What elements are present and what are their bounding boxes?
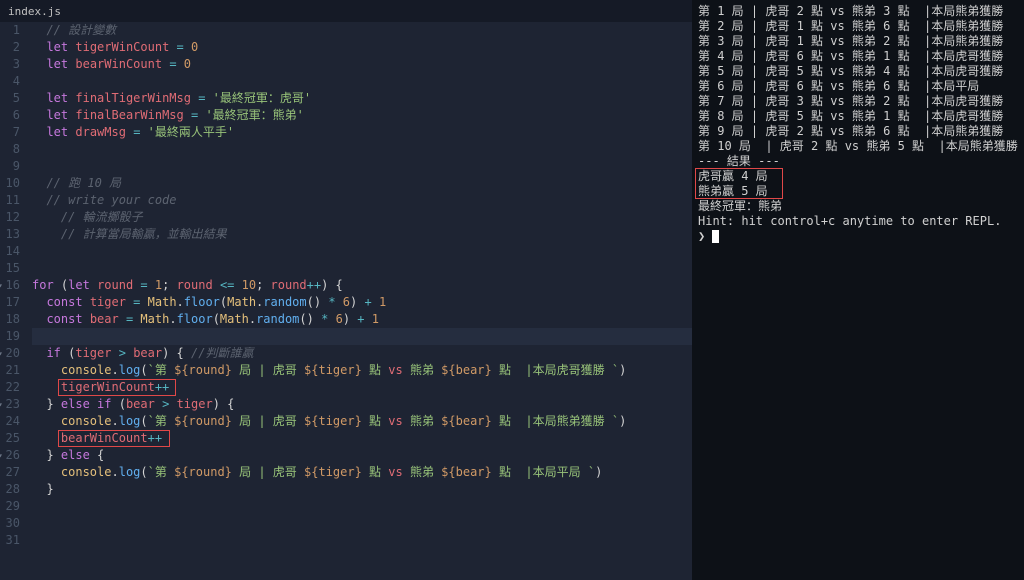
code-line[interactable]: const tiger = Math.floor(Math.random() *…: [32, 294, 692, 311]
code-line[interactable]: // write your code: [32, 192, 692, 209]
code-line[interactable]: if (tiger > bear) { //判斷誰贏: [32, 345, 692, 362]
code-line[interactable]: [32, 532, 692, 549]
code-content[interactable]: // 設計變數 let tigerWinCount = 0 let bearWi…: [28, 22, 692, 580]
tab-filename[interactable]: index.js: [8, 5, 61, 18]
code-area[interactable]: 12345678910111213141516▾17181920▾212223▾…: [0, 22, 692, 580]
code-line[interactable]: let drawMsg = '最終兩人平手': [32, 124, 692, 141]
line-number: 31: [0, 532, 20, 549]
code-line[interactable]: let finalBearWinMsg = '最終冠軍：熊弟': [32, 107, 692, 124]
highlight-box-bearwincount: [58, 430, 170, 447]
code-line[interactable]: [32, 243, 692, 260]
line-number-gutter: 12345678910111213141516▾17181920▾212223▾…: [0, 22, 28, 580]
code-line[interactable]: [32, 141, 692, 158]
code-line[interactable]: [32, 515, 692, 532]
line-number: 4: [0, 73, 20, 90]
code-line[interactable]: [32, 328, 692, 345]
terminal-round-line: 第 2 局 | 虎哥 1 點 vs 熊弟 6 點 |本局熊弟獲勝: [698, 19, 1018, 34]
code-line[interactable]: // 輪流擲骰子: [32, 209, 692, 226]
tab-bar: index.js: [0, 0, 692, 22]
code-line[interactable]: let bearWinCount = 0: [32, 56, 692, 73]
editor-pane: index.js 12345678910111213141516▾1718192…: [0, 0, 692, 580]
terminal-round-line: 第 8 局 | 虎哥 5 點 vs 熊弟 1 點 |本局虎哥獲勝: [698, 109, 1018, 124]
line-number: 17: [0, 294, 20, 311]
line-number: 9: [0, 158, 20, 175]
line-number: 8: [0, 141, 20, 158]
line-number: 21: [0, 362, 20, 379]
highlight-box-summary: [695, 168, 783, 199]
line-number: 26▾: [0, 447, 20, 464]
line-number: 10: [0, 175, 20, 192]
terminal-cursor: [712, 230, 719, 243]
terminal-round-line: 第 1 局 | 虎哥 2 點 vs 熊弟 3 點 |本局熊弟獲勝: [698, 4, 1018, 19]
code-line[interactable]: } else {: [32, 447, 692, 464]
terminal-round-line: 第 4 局 | 虎哥 6 點 vs 熊弟 1 點 |本局虎哥獲勝: [698, 49, 1018, 64]
terminal-round-line: 第 9 局 | 虎哥 2 點 vs 熊弟 6 點 |本局熊弟獲勝: [698, 124, 1018, 139]
terminal-round-line: 第 6 局 | 虎哥 6 點 vs 熊弟 6 點 |本局平局: [698, 79, 1018, 94]
line-number: 18: [0, 311, 20, 328]
line-number: 14: [0, 243, 20, 260]
terminal-round-line: 第 7 局 | 虎哥 3 點 vs 熊弟 2 點 |本局虎哥獲勝: [698, 94, 1018, 109]
code-line[interactable]: [32, 260, 692, 277]
line-number: 1: [0, 22, 20, 39]
code-line[interactable]: } else if (bear > tiger) {: [32, 396, 692, 413]
line-number: 27: [0, 464, 20, 481]
line-number: 29: [0, 498, 20, 515]
terminal-prompt: ❯: [698, 229, 1018, 244]
terminal-pane[interactable]: 第 1 局 | 虎哥 2 點 vs 熊弟 3 點 |本局熊弟獲勝第 2 局 | …: [692, 0, 1024, 580]
fold-icon[interactable]: ▾: [0, 277, 3, 294]
code-line[interactable]: // 計算當局輸贏，並輸出結果: [32, 226, 692, 243]
code-line[interactable]: for (let round = 1; round <= 10; round++…: [32, 277, 692, 294]
fold-icon[interactable]: ▾: [0, 447, 3, 464]
code-line[interactable]: [32, 73, 692, 90]
terminal-round-line: 第 5 局 | 虎哥 5 點 vs 熊弟 4 點 |本局虎哥獲勝: [698, 64, 1018, 79]
code-line[interactable]: let tigerWinCount = 0: [32, 39, 692, 56]
line-number: 28: [0, 481, 20, 498]
code-line[interactable]: console.log(`第 ${round} 局 | 虎哥 ${tiger} …: [32, 362, 692, 379]
line-number: 11: [0, 192, 20, 209]
line-number: 6: [0, 107, 20, 124]
terminal-round-line: 第 3 局 | 虎哥 1 點 vs 熊弟 2 點 |本局熊弟獲勝: [698, 34, 1018, 49]
highlight-box-tigerwincount: [58, 379, 176, 396]
code-line[interactable]: const bear = Math.floor(Math.random() * …: [32, 311, 692, 328]
code-line[interactable]: }: [32, 481, 692, 498]
code-line[interactable]: [32, 158, 692, 175]
terminal-divider: --- 結果 ---: [698, 154, 1018, 169]
line-number: 22: [0, 379, 20, 396]
fold-icon[interactable]: ▾: [0, 345, 3, 362]
code-line[interactable]: // 設計變數: [32, 22, 692, 39]
code-line[interactable]: // 跑 10 局: [32, 175, 692, 192]
fold-icon[interactable]: ▾: [0, 396, 3, 413]
line-number: 16▾: [0, 277, 20, 294]
terminal-hint-line: Hint: hit control+c anytime to enter REP…: [698, 214, 1018, 229]
terminal-round-line: 第 10 局 | 虎哥 2 點 vs 熊弟 5 點 |本局熊弟獲勝: [698, 139, 1018, 154]
code-line[interactable]: console.log(`第 ${round} 局 | 虎哥 ${tiger} …: [32, 413, 692, 430]
code-line[interactable]: console.log(`第 ${round} 局 | 虎哥 ${tiger} …: [32, 464, 692, 481]
code-line[interactable]: [32, 498, 692, 515]
line-number: 3: [0, 56, 20, 73]
line-number: 7: [0, 124, 20, 141]
line-number: 30: [0, 515, 20, 532]
line-number: 2: [0, 39, 20, 56]
line-number: 20▾: [0, 345, 20, 362]
line-number: 5: [0, 90, 20, 107]
code-line[interactable]: let finalTigerWinMsg = '最終冠軍：虎哥': [32, 90, 692, 107]
line-number: 12: [0, 209, 20, 226]
line-number: 19: [0, 328, 20, 345]
terminal-final-line: 最終冠軍：熊弟: [698, 199, 1018, 214]
line-number: 24: [0, 413, 20, 430]
line-number: 13: [0, 226, 20, 243]
line-number: 15: [0, 260, 20, 277]
line-number: 25: [0, 430, 20, 447]
line-number: 23▾: [0, 396, 20, 413]
